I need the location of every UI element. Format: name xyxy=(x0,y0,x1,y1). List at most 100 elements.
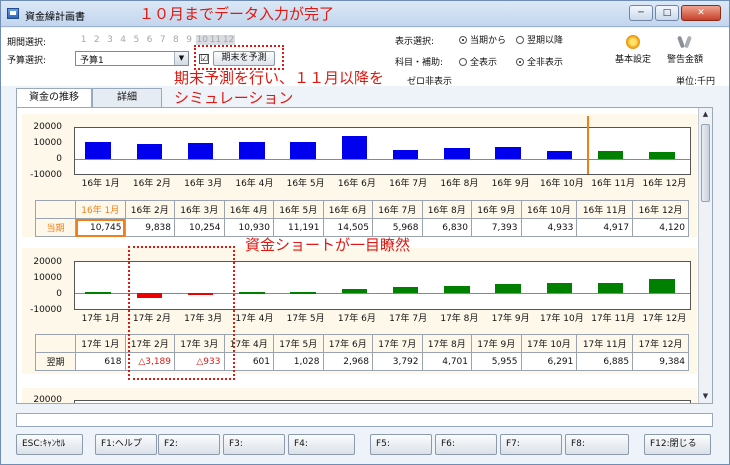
f6-button[interactable]: F6: xyxy=(435,434,497,455)
period-7[interactable]: 7 xyxy=(156,35,169,45)
y-tick: 20000 xyxy=(33,395,62,404)
f4-button[interactable]: F4: xyxy=(288,434,355,455)
tab-cash-trend[interactable]: 資金の推移 xyxy=(16,88,92,108)
table-value-cell[interactable]: 4,701 xyxy=(421,352,472,371)
table-value-cell[interactable]: 5,968 xyxy=(372,218,423,237)
table-value-cell[interactable]: 3,792 xyxy=(372,352,423,371)
minimize-button[interactable]: ─ xyxy=(629,5,653,21)
f7-button[interactable]: F7: xyxy=(500,434,562,455)
table-value-cell[interactable]: 14,505 xyxy=(322,218,373,237)
radio-next-period[interactable]: 翌期以降 xyxy=(516,33,563,46)
period-selector[interactable]: 1 2 3 4 5 6 7 8 9 10 11 12 xyxy=(77,35,236,45)
x-tick-label: 16年 4月 xyxy=(235,179,274,189)
table-value-cell[interactable]: 618 xyxy=(75,352,126,371)
vertical-scrollbar[interactable]: ▲ ▼ xyxy=(698,108,712,403)
f8-button[interactable]: F8: xyxy=(565,434,629,455)
x-tick-label: 16年 1月 xyxy=(81,179,120,189)
chevron-down-icon[interactable]: ▼ xyxy=(174,52,188,65)
table-header-cell: 16年 10月 xyxy=(520,200,578,219)
f5-button[interactable]: F5: xyxy=(370,434,432,455)
bar xyxy=(85,142,111,159)
forecast-checkbox[interactable]: ☑ xyxy=(199,54,209,64)
bar xyxy=(392,149,419,159)
bar xyxy=(495,284,521,294)
warning-amount-button[interactable]: 警告金額 xyxy=(667,35,703,65)
table-value-cell[interactable]: 4,933 xyxy=(520,218,578,237)
radio-current-period[interactable]: 当期から xyxy=(459,33,506,46)
scrollbar-thumb[interactable] xyxy=(701,124,710,202)
table-value-cell[interactable]: 10,930 xyxy=(223,218,274,237)
f12-close-button[interactable]: F12:閉じる xyxy=(644,434,711,455)
table-value-cell[interactable]: 7,393 xyxy=(471,218,522,237)
period-12[interactable]: 12 xyxy=(222,35,236,45)
bar xyxy=(546,283,573,294)
period-9[interactable]: 9 xyxy=(183,35,196,45)
bar xyxy=(495,147,521,159)
table-header-cell: 17年 10月 xyxy=(520,334,578,353)
period-8[interactable]: 8 xyxy=(169,35,182,45)
bar xyxy=(239,292,265,295)
bar xyxy=(649,152,675,159)
budget-select[interactable]: 予算1 ▼ xyxy=(75,51,189,66)
y-tick: 10000 xyxy=(33,273,62,283)
y-tick: 10000 xyxy=(33,138,62,148)
table-value-cell[interactable]: 2,968 xyxy=(322,352,373,371)
zero-hide-label[interactable]: ゼロ非表示 xyxy=(407,74,452,87)
bar-chart-current: 16年 1月 16年 2月 16年 3月 16年 4月 16年 5月 16年 6月 16年 … xyxy=(74,116,691,189)
table-value-cell[interactable]: 4,120 xyxy=(632,218,689,237)
scroll-down-icon[interactable]: ▼ xyxy=(699,390,712,403)
bar xyxy=(136,143,163,159)
period-5[interactable]: 5 xyxy=(130,35,143,45)
x-tick-label: 16年 2月 xyxy=(132,179,171,189)
x-tick-label: 16年 9月 xyxy=(491,179,530,189)
f1-help-button[interactable]: F1:ヘルプ xyxy=(95,434,157,455)
radio-show-all[interactable]: 全表示 xyxy=(459,55,497,68)
f2-button[interactable]: F2: xyxy=(158,434,220,455)
radio-hide-all[interactable]: 全非表示 xyxy=(516,55,563,68)
table-value-cell[interactable]: 5,955 xyxy=(471,352,522,371)
table-value-cell[interactable]: 11,191 xyxy=(273,218,324,237)
unit-label: 単位:千円 xyxy=(676,77,716,87)
table-value-cell[interactable]: 9,838 xyxy=(124,218,175,237)
table-value-cell[interactable]: 6,291 xyxy=(520,352,578,371)
table-value-cell[interactable]: 9,384 xyxy=(632,352,689,371)
period-3[interactable]: 3 xyxy=(103,35,116,45)
maximize-button[interactable]: □ xyxy=(655,5,679,21)
f3-button[interactable]: F3: xyxy=(223,434,285,455)
x-tick-label: 16年 3月 xyxy=(184,179,223,189)
period-6[interactable]: 6 xyxy=(143,35,156,45)
forecast-button[interactable]: 期末を予測 xyxy=(213,51,275,66)
x-tick-label: 16年 10月 xyxy=(539,179,584,189)
scroll-up-icon[interactable]: ▲ xyxy=(699,108,712,121)
y-tick: -10000 xyxy=(30,305,62,315)
esc-cancel-button[interactable]: ESC:ｷｬﾝｾﾙ xyxy=(16,434,83,455)
table-header-cell: 17年 6月 xyxy=(322,334,373,353)
settings-button[interactable]: 基本設定 xyxy=(615,35,651,65)
table-value-cell[interactable]: 10,254 xyxy=(174,218,225,237)
period-2[interactable]: 2 xyxy=(90,35,103,45)
radio-selected-icon xyxy=(516,57,524,66)
bar xyxy=(444,148,470,159)
table-row-label: 翌期 xyxy=(35,352,76,371)
table-value-cell[interactable]: 4,917 xyxy=(576,218,634,237)
table-header-cell: 16年 1月 xyxy=(75,200,126,219)
shortfall-highlight-box xyxy=(128,246,235,380)
period-11[interactable]: 11 xyxy=(208,35,223,45)
table-header-cell: 17年 7月 xyxy=(372,334,423,353)
table-value-cell[interactable]: 1,028 xyxy=(273,352,324,371)
title-bar: 資金繰計画書 ─ □ ✕ xyxy=(1,1,729,27)
x-tick-label: 17年 5月 xyxy=(286,314,325,324)
close-button[interactable]: ✕ xyxy=(681,5,721,21)
period-1[interactable]: 1 xyxy=(77,35,90,45)
table-value-cell[interactable]: 6,830 xyxy=(421,218,472,237)
x-tick-label: 16年 5月 xyxy=(286,179,325,189)
period-4[interactable]: 4 xyxy=(117,35,130,45)
bar xyxy=(187,142,214,159)
forecast-boundary-line xyxy=(586,116,589,174)
budget-select-value: 予算1 xyxy=(80,56,104,66)
annotation-forecast-2: シミュレーション xyxy=(174,89,294,107)
period-10[interactable]: 10 xyxy=(195,35,209,45)
table-value-cell[interactable]: 6,885 xyxy=(576,352,634,371)
tab-detail[interactable]: 詳細 xyxy=(92,88,162,107)
table-value-cell[interactable]: 10,745 xyxy=(75,218,126,237)
